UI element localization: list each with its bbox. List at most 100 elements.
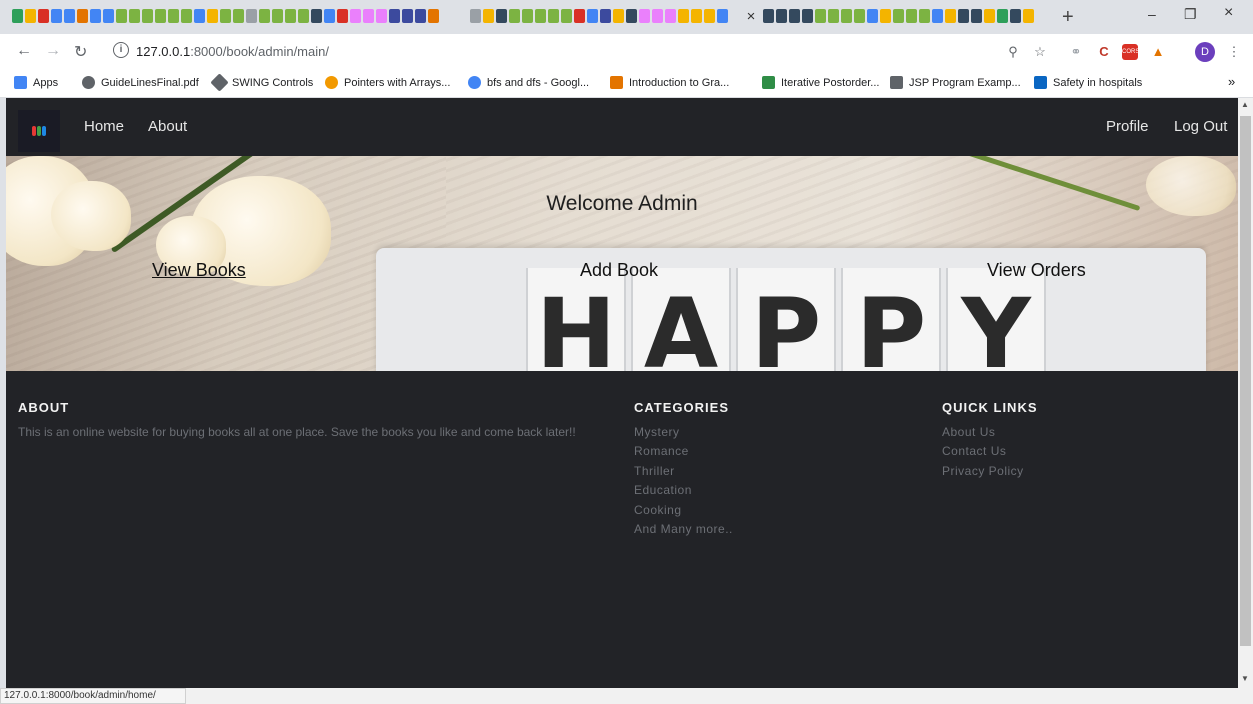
tab-favicon[interactable] (129, 9, 140, 23)
category-link[interactable]: Mystery (634, 423, 733, 442)
bookmark-star-icon[interactable]: ☆ (1032, 44, 1048, 60)
tab-favicon[interactable] (893, 9, 904, 23)
tab-favicon[interactable] (548, 9, 559, 23)
tab-favicon[interactable] (652, 9, 663, 23)
tab-favicon[interactable] (324, 9, 335, 23)
url-text[interactable]: 127.0.0.1:8000/book/admin/main/ (136, 44, 329, 59)
extension-c-icon[interactable]: C (1096, 44, 1112, 60)
zoom-icon[interactable]: ⚲ (1005, 44, 1021, 60)
extension-link-icon[interactable]: ⚭ (1068, 44, 1084, 60)
nav-logout-link[interactable]: Log Out (1174, 118, 1227, 135)
tab-favicon[interactable] (470, 9, 481, 23)
add-book-link[interactable]: Add Book (580, 260, 658, 281)
tab-favicon[interactable] (828, 9, 839, 23)
scroll-up-arrow-icon[interactable]: ▲ (1241, 100, 1249, 109)
tab-favicon[interactable] (285, 9, 296, 23)
tab-favicon[interactable] (854, 9, 865, 23)
tab-favicon[interactable] (841, 9, 852, 23)
tab-favicon[interactable] (678, 9, 689, 23)
quick-link[interactable]: Privacy Policy (942, 462, 1024, 481)
minimize-button[interactable]: – (1148, 6, 1156, 22)
tab-favicon[interactable] (259, 9, 270, 23)
view-orders-link[interactable]: View Orders (987, 260, 1086, 281)
quick-link[interactable]: About Us (942, 423, 1024, 442)
tab-favicon[interactable] (363, 9, 374, 23)
tab-favicon[interactable] (600, 9, 611, 23)
pinned-tab-favicons[interactable] (470, 9, 728, 27)
tab-favicon[interactable] (402, 9, 413, 23)
tab-favicon[interactable] (639, 9, 650, 23)
tab-favicon[interactable] (691, 9, 702, 23)
tab-favicon[interactable] (574, 9, 585, 23)
bookmark-item[interactable]: Introduction to Gra... (610, 76, 729, 89)
bookmark-item[interactable]: SWING Controls (210, 73, 313, 92)
tab-favicon[interactable] (665, 9, 676, 23)
category-link[interactable]: Education (634, 481, 733, 500)
tab-favicon[interactable] (867, 9, 878, 23)
quick-link[interactable]: Contact Us (942, 442, 1024, 461)
tab-favicon[interactable] (103, 9, 114, 23)
nav-profile-link[interactable]: Profile (1106, 118, 1149, 135)
tab-favicon[interactable] (246, 9, 257, 23)
tab-favicon[interactable] (12, 9, 23, 23)
new-tab-button[interactable]: + (1062, 4, 1074, 30)
back-arrow-icon[interactable]: ← (16, 42, 32, 60)
tab-favicon[interactable] (971, 9, 982, 23)
tab-favicon[interactable] (428, 9, 439, 23)
bookmark-item[interactable]: Iterative Postorder... (762, 76, 879, 89)
bookmark-item[interactable]: Pointers with Arrays... (325, 76, 450, 89)
category-link[interactable]: And Many more.. (634, 520, 733, 539)
tab-favicon[interactable] (142, 9, 153, 23)
tab-favicon[interactable] (906, 9, 917, 23)
tab-favicon[interactable] (194, 9, 205, 23)
tab-favicon[interactable] (997, 9, 1008, 23)
tab-favicon[interactable] (311, 9, 322, 23)
tab-favicon[interactable] (77, 9, 88, 23)
site-logo[interactable] (18, 110, 60, 152)
tab-favicon[interactable] (415, 9, 426, 23)
tab-favicon[interactable] (1010, 9, 1021, 23)
forward-arrow-icon[interactable]: → (45, 42, 61, 60)
tab-favicon[interactable] (483, 9, 494, 23)
tab-favicon[interactable] (535, 9, 546, 23)
tab-favicon[interactable] (958, 9, 969, 23)
fox-extension-icon[interactable]: ▲ (1150, 44, 1166, 60)
tab-favicon[interactable] (815, 9, 826, 23)
bookmark-item[interactable]: JSP Program Examp... (890, 76, 1021, 89)
scrollbar-thumb[interactable] (1240, 116, 1251, 646)
tab-favicon[interactable] (919, 9, 930, 23)
tab-favicon[interactable] (496, 9, 507, 23)
tab-favicon[interactable] (25, 9, 36, 23)
tab-favicon[interactable] (337, 9, 348, 23)
tab-favicon[interactable] (613, 9, 624, 23)
tab-favicon[interactable] (561, 9, 572, 23)
close-window-button[interactable]: × (1224, 4, 1233, 22)
tab-favicon[interactable] (880, 9, 891, 23)
tab-favicon[interactable] (776, 9, 787, 23)
tab-favicon[interactable] (220, 9, 231, 23)
category-link[interactable]: Cooking (634, 501, 733, 520)
tab-favicon[interactable] (207, 9, 218, 23)
nav-home-link[interactable]: Home (84, 118, 124, 135)
site-info-icon[interactable]: i (113, 42, 129, 58)
bookmark-item[interactable]: GuideLinesFinal.pdf (82, 76, 199, 89)
tab-favicon[interactable] (945, 9, 956, 23)
tab-favicon[interactable] (64, 9, 75, 23)
nav-about-link[interactable]: About (148, 118, 187, 135)
tab-favicon[interactable] (704, 9, 715, 23)
bookmarks-more-button[interactable]: » (1228, 74, 1235, 89)
tab-favicon[interactable] (51, 9, 62, 23)
tab-favicon[interactable] (626, 9, 637, 23)
tab-favicon[interactable] (155, 9, 166, 23)
category-link[interactable]: Thriller (634, 462, 733, 481)
cors-extension-icon[interactable]: CORS (1122, 44, 1139, 60)
tab-favicon[interactable] (802, 9, 813, 23)
tab-favicon[interactable] (932, 9, 943, 23)
pinned-tab-favicons[interactable] (763, 9, 1034, 27)
tab-favicon[interactable] (38, 9, 49, 23)
restore-button[interactable]: ❐ (1184, 6, 1197, 23)
view-books-link[interactable]: View Books (152, 260, 246, 281)
bookmark-item[interactable]: Safety in hospitals (1034, 76, 1142, 89)
tab-favicon[interactable] (350, 9, 361, 23)
tab-favicon[interactable] (376, 9, 387, 23)
